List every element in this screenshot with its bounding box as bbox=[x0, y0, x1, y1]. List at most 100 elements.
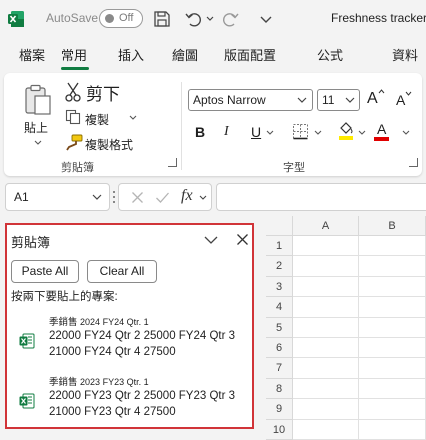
font-color-button[interactable]: A bbox=[377, 121, 386, 137]
close-icon[interactable] bbox=[236, 233, 249, 246]
grid-cell[interactable] bbox=[359, 276, 426, 298]
grid-cell[interactable] bbox=[359, 399, 426, 420]
row-header[interactable]: 9 bbox=[266, 399, 293, 420]
row-header[interactable]: 8 bbox=[266, 378, 293, 400]
grid-cell[interactable] bbox=[359, 338, 426, 359]
paste-label[interactable]: 貼上 bbox=[24, 119, 48, 136]
underline-dropdown-icon[interactable] bbox=[266, 130, 274, 136]
underline-button[interactable]: U bbox=[251, 124, 261, 140]
font-group-label: 字型 bbox=[283, 161, 305, 174]
grow-caret-icon bbox=[378, 89, 385, 94]
fill-color-dropdown-icon[interactable] bbox=[358, 130, 366, 136]
font-name-select[interactable]: Aptos Narrow bbox=[188, 89, 313, 111]
shrink-caret-icon bbox=[405, 91, 412, 96]
copy-label[interactable]: 複製 bbox=[85, 111, 109, 128]
cancel-icon[interactable] bbox=[131, 191, 144, 204]
clipboard-group-label: 剪貼簿 bbox=[61, 161, 94, 174]
font-dialog-launcher[interactable] bbox=[409, 158, 418, 167]
grid-cell[interactable] bbox=[359, 236, 426, 257]
row-header[interactable]: 3 bbox=[266, 276, 293, 298]
column-header-b[interactable]: B bbox=[359, 216, 426, 236]
font-size-value: 11 bbox=[322, 93, 335, 107]
bold-button[interactable]: B bbox=[195, 124, 205, 140]
insert-function-button[interactable]: fx bbox=[181, 187, 193, 205]
copy-dropdown-icon[interactable] bbox=[129, 115, 137, 121]
column-header-a[interactable]: A bbox=[293, 216, 359, 236]
customize-toolbar-icon[interactable] bbox=[256, 9, 276, 29]
paste-dropdown-icon[interactable] bbox=[34, 140, 42, 146]
fill-color-icon[interactable] bbox=[338, 121, 354, 141]
excel-logo-icon bbox=[8, 11, 24, 27]
clipboard-item[interactable]: 季銷售 2023 FY23 Qtr. 1 22000 FY23 Qtr 2 25… bbox=[11, 374, 247, 426]
format-painter-icon[interactable] bbox=[65, 134, 83, 151]
clear-all-button[interactable]: Clear All bbox=[87, 260, 157, 283]
clip-title-year: 2023 bbox=[80, 377, 101, 387]
copy-icon[interactable] bbox=[65, 109, 81, 125]
format-painter-label[interactable]: 複製格式 bbox=[85, 136, 133, 153]
save-icon[interactable] bbox=[152, 9, 172, 29]
chevron-down-icon bbox=[297, 97, 307, 103]
clip-title: 季銷售 2024 FY24 Qtr. 1 bbox=[49, 314, 149, 328]
grid-cell[interactable] bbox=[293, 399, 359, 420]
row-header[interactable]: 10 bbox=[266, 419, 293, 440]
row-header[interactable]: 7 bbox=[266, 358, 293, 379]
grid-cell[interactable] bbox=[293, 317, 359, 338]
tab-data[interactable]: 資料 bbox=[392, 45, 418, 64]
autosave-state: Off bbox=[119, 12, 134, 24]
font-size-select[interactable]: 11 bbox=[317, 89, 360, 111]
tab-file[interactable]: 檔案 bbox=[19, 45, 45, 64]
grid-cell[interactable] bbox=[359, 358, 426, 379]
row-header[interactable]: 6 bbox=[266, 338, 293, 359]
row-header[interactable]: 5 bbox=[266, 317, 293, 338]
redo-icon[interactable] bbox=[220, 9, 240, 29]
paste-icon[interactable] bbox=[23, 84, 53, 116]
grid-cell[interactable] bbox=[359, 256, 426, 277]
grid-cell[interactable] bbox=[359, 317, 426, 338]
autosave-toggle[interactable]: Off bbox=[99, 9, 143, 28]
grow-font-button[interactable]: A bbox=[367, 90, 378, 108]
grid-cell[interactable] bbox=[293, 419, 359, 440]
row-header[interactable]: 2 bbox=[266, 256, 293, 277]
shrink-font-button[interactable]: A bbox=[396, 92, 405, 108]
tab-page-layout[interactable]: 版面配置 bbox=[224, 45, 276, 64]
clipboard-item[interactable]: 季銷售 2024 FY24 Qtr. 1 22000 FY24 Qtr 2 25… bbox=[11, 314, 247, 366]
font-color-dropdown-icon[interactable] bbox=[402, 130, 410, 136]
cut-label[interactable]: 剪下 bbox=[86, 80, 120, 105]
grid-cell[interactable] bbox=[293, 256, 359, 277]
name-box[interactable]: A1 bbox=[5, 183, 110, 211]
grid-cell[interactable] bbox=[293, 236, 359, 257]
tab-draw[interactable]: 繪圖 bbox=[172, 45, 198, 64]
tab-home[interactable]: 常用 bbox=[61, 45, 87, 64]
clip-title-main: 季銷售 bbox=[49, 317, 78, 328]
autosave-label: AutoSave bbox=[46, 11, 99, 25]
grid-cell[interactable] bbox=[359, 419, 426, 440]
name-box-value: A1 bbox=[14, 190, 29, 204]
italic-button[interactable]: I bbox=[224, 124, 229, 140]
borders-icon[interactable] bbox=[292, 123, 309, 140]
grid-cell[interactable] bbox=[359, 378, 426, 400]
grid-cell[interactable] bbox=[293, 378, 359, 400]
grid-cell[interactable] bbox=[293, 276, 359, 298]
tab-formulas[interactable]: 公式 bbox=[317, 45, 343, 64]
formula-input[interactable] bbox=[216, 183, 426, 211]
formula-splitter[interactable] bbox=[113, 190, 115, 204]
row-header[interactable]: 1 bbox=[266, 236, 293, 257]
select-all-corner[interactable] bbox=[266, 216, 293, 236]
pane-instruction: 按兩下要貼上的專案: bbox=[11, 291, 118, 303]
pane-options-chevron-icon[interactable] bbox=[204, 236, 218, 245]
tab-insert[interactable]: 插入 bbox=[118, 45, 144, 64]
borders-dropdown-icon[interactable] bbox=[314, 130, 322, 136]
chevron-down-icon[interactable] bbox=[199, 195, 207, 201]
grid-cell[interactable] bbox=[293, 297, 359, 318]
row-header[interactable]: 4 bbox=[266, 297, 293, 318]
grid-cell[interactable] bbox=[359, 297, 426, 318]
grid-cell[interactable] bbox=[293, 338, 359, 359]
grid-cell[interactable] bbox=[293, 358, 359, 379]
paste-all-button[interactable]: Paste All bbox=[11, 260, 79, 283]
enter-icon[interactable] bbox=[155, 191, 170, 204]
undo-icon[interactable] bbox=[184, 9, 204, 29]
cut-icon[interactable] bbox=[64, 82, 82, 102]
clipboard-dialog-launcher[interactable] bbox=[168, 158, 177, 167]
undo-dropdown-icon[interactable] bbox=[206, 16, 214, 22]
clip-title-rest: FY24 Qtr. 1 bbox=[102, 317, 149, 327]
